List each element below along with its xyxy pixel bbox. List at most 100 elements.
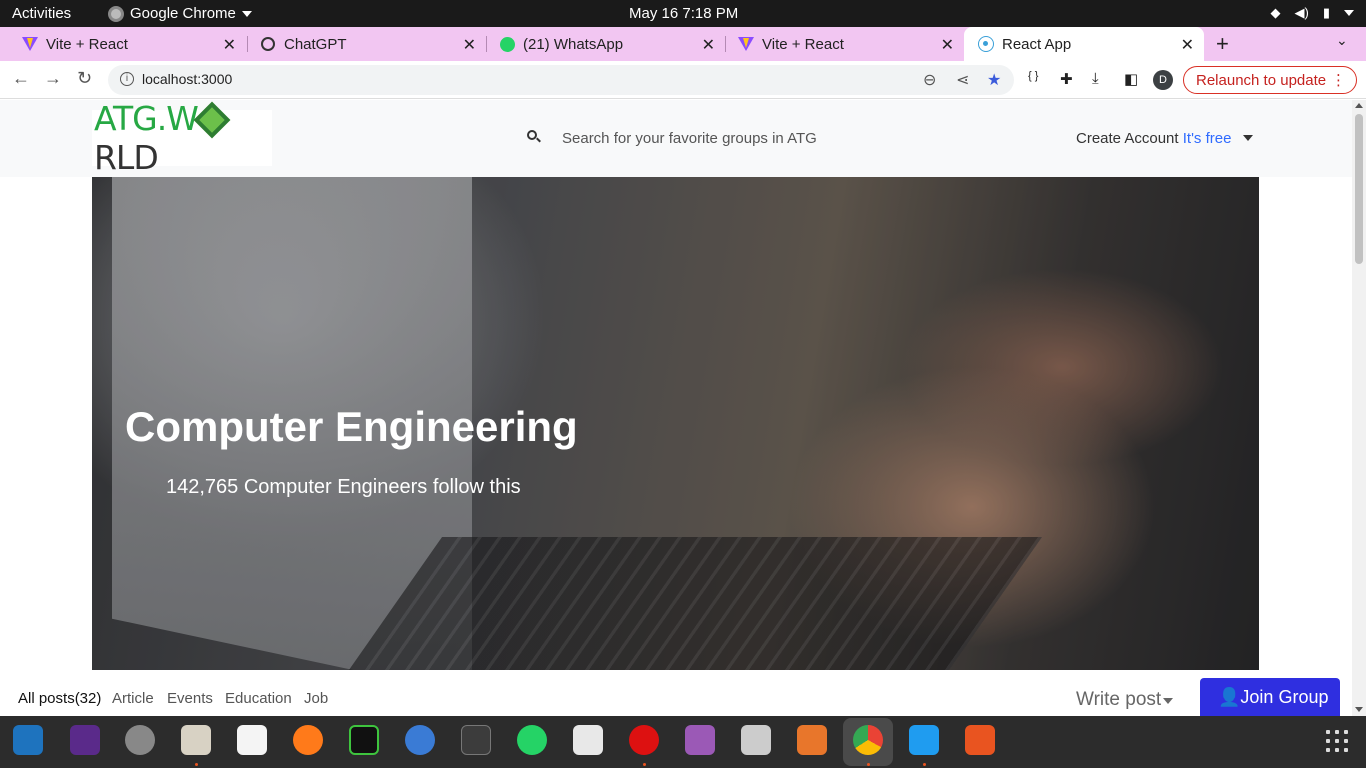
extension-json-icon[interactable]: { } xyxy=(1028,70,1038,82)
search-input[interactable] xyxy=(550,126,1020,150)
caret-down-icon[interactable] xyxy=(1243,135,1253,141)
new-tab-button[interactable]: + xyxy=(1216,31,1229,57)
text-editor-icon[interactable] xyxy=(237,725,267,755)
extensions-puzzle-icon[interactable]: ✚ xyxy=(1060,70,1073,88)
running-indicator xyxy=(923,763,926,766)
system-top-bar: Activities Google Chrome May 16 7:18 PM … xyxy=(0,0,1366,27)
create-account-label: Create Account xyxy=(1076,130,1179,147)
show-apps-grid-icon[interactable] xyxy=(1326,730,1348,752)
more-vert-icon[interactable]: ⋮ xyxy=(1331,71,1346,89)
vscode-icon[interactable] xyxy=(909,725,939,755)
tab-title: (21) WhatsApp xyxy=(523,35,624,53)
join-group-button[interactable]: 👤Join Group xyxy=(1200,678,1340,716)
image-viewer-icon[interactable] xyxy=(741,725,771,755)
tex-icon[interactable] xyxy=(70,725,100,755)
forward-arrow-icon[interactable]: → xyxy=(44,68,62,89)
add-user-icon: 👤 xyxy=(1218,687,1241,707)
close-icon[interactable]: ✕ xyxy=(463,35,476,55)
system-tray[interactable]: ◆ ◀) ▮ xyxy=(1271,5,1354,21)
volume-icon: ◀) xyxy=(1294,5,1309,20)
tab-article[interactable]: Article xyxy=(112,690,154,707)
join-group-label: Join Group xyxy=(1240,687,1329,707)
close-icon[interactable]: ✕ xyxy=(1181,35,1194,55)
tab-events[interactable]: Events xyxy=(167,690,213,707)
browser-tab-active[interactable]: React App ✕ xyxy=(964,27,1204,61)
hero-subtitle: 142,765 Computer Engineers follow this xyxy=(166,476,521,498)
scroll-up-arrow-icon[interactable] xyxy=(1355,103,1363,108)
vite-icon xyxy=(738,36,754,52)
browser-tab[interactable]: Vite + React ✕ xyxy=(716,27,964,61)
caret-down-icon[interactable] xyxy=(1163,698,1173,704)
logo-text: ATG.WRLD xyxy=(94,100,272,177)
writer-doc-icon[interactable] xyxy=(13,725,43,755)
settings-gear-icon[interactable] xyxy=(125,725,155,755)
site-info-icon[interactable]: i xyxy=(120,72,134,86)
tab-education[interactable]: Education xyxy=(225,690,292,707)
chatgpt-icon xyxy=(260,36,276,52)
tab-strip: Vite + React ✕ ChatGPT ✕ (21) WhatsApp ✕… xyxy=(0,27,1366,61)
clock[interactable]: May 16 7:18 PM xyxy=(629,5,738,22)
files-folder-icon[interactable] xyxy=(181,725,211,755)
atg-world-logo[interactable]: ATG.WRLD xyxy=(92,100,272,177)
alert-icon[interactable] xyxy=(629,725,659,755)
share-icon[interactable]: ⋖ xyxy=(956,70,969,90)
bookmark-star-icon[interactable]: ★ xyxy=(987,70,1001,90)
its-free-label: It's free xyxy=(1182,130,1232,147)
download-icon[interactable]: ⤓ xyxy=(1092,70,1099,87)
tab-search-chevron-icon[interactable]: ⌄ xyxy=(1336,32,1348,49)
logo-globe-icon xyxy=(193,101,231,139)
app-menu[interactable]: Google Chrome xyxy=(108,5,252,22)
document-viewer-icon[interactable] xyxy=(573,725,603,755)
address-bar[interactable]: i localhost:3000 ⊖ ⋖ ★ xyxy=(108,65,1014,95)
battery-icon: ▮ xyxy=(1322,5,1330,20)
chrome-icon[interactable] xyxy=(853,725,883,755)
firefox-icon[interactable] xyxy=(293,725,323,755)
running-indicator xyxy=(643,763,646,766)
ubuntu-dock xyxy=(0,716,1366,768)
close-icon[interactable]: ✕ xyxy=(702,35,715,55)
activities-button[interactable]: Activities xyxy=(12,5,71,22)
chevron-down-icon xyxy=(1344,10,1354,16)
whatsapp-icon xyxy=(499,36,515,52)
back-arrow-icon[interactable]: ← xyxy=(12,68,30,89)
terminal-icon[interactable] xyxy=(461,725,491,755)
scrollbar-thumb[interactable] xyxy=(1355,114,1363,264)
post-tabs-bar: All posts(32) Article Events Education J… xyxy=(0,670,1352,716)
profile-avatar[interactable]: D xyxy=(1153,70,1173,90)
thunderbird-icon[interactable] xyxy=(405,725,435,755)
close-icon[interactable]: ✕ xyxy=(223,35,236,55)
react-icon xyxy=(978,36,994,52)
tab-title: Vite + React xyxy=(762,35,844,53)
web-page: ATG.WRLD Create Account It's free Comput… xyxy=(0,100,1352,716)
whatsapp-icon[interactable] xyxy=(517,725,547,755)
browser-tab[interactable]: Vite + React ✕ xyxy=(0,27,246,61)
tab-title: React App xyxy=(1002,35,1072,53)
chevron-down-icon xyxy=(241,10,252,17)
scroll-down-arrow-icon[interactable] xyxy=(1355,707,1363,712)
zoom-icon[interactable]: ⊖ xyxy=(923,70,936,90)
tab-title: Vite + React xyxy=(46,35,128,53)
impress-slides-icon[interactable] xyxy=(797,725,827,755)
browser-toolbar: ← → ↻ i localhost:3000 ⊖ ⋖ ★ { } ✚ ⤓ ◧ D… xyxy=(0,61,1366,99)
close-icon[interactable]: ✕ xyxy=(941,35,954,55)
system-monitor-icon[interactable] xyxy=(349,725,379,755)
write-post-dropdown[interactable]: Write post xyxy=(1076,689,1161,711)
app-name: Google Chrome xyxy=(130,5,236,22)
site-header: ATG.WRLD Create Account It's free xyxy=(0,100,1352,177)
browser-tab[interactable]: (21) WhatsApp ✕ xyxy=(477,27,725,61)
running-indicator xyxy=(867,763,870,766)
relaunch-to-update-button[interactable]: Relaunch to update ⋮ xyxy=(1183,66,1357,94)
relaunch-label: Relaunch to update xyxy=(1196,72,1327,89)
browser-tab[interactable]: ChatGPT ✕ xyxy=(238,27,486,61)
hero-title: Computer Engineering xyxy=(125,403,578,450)
create-account-link[interactable]: Create Account It's free xyxy=(1076,130,1231,147)
side-panel-icon[interactable]: ◧ xyxy=(1124,70,1138,88)
video-player-icon[interactable] xyxy=(685,725,715,755)
tab-job[interactable]: Job xyxy=(304,690,328,707)
page-scrollbar[interactable] xyxy=(1352,100,1366,716)
reload-icon[interactable]: ↻ xyxy=(77,68,92,89)
url-text[interactable]: localhost:3000 xyxy=(142,71,232,87)
wifi-icon: ◆ xyxy=(1270,5,1281,20)
tab-all-posts[interactable]: All posts(32) xyxy=(18,690,101,707)
software-center-icon[interactable] xyxy=(965,725,995,755)
